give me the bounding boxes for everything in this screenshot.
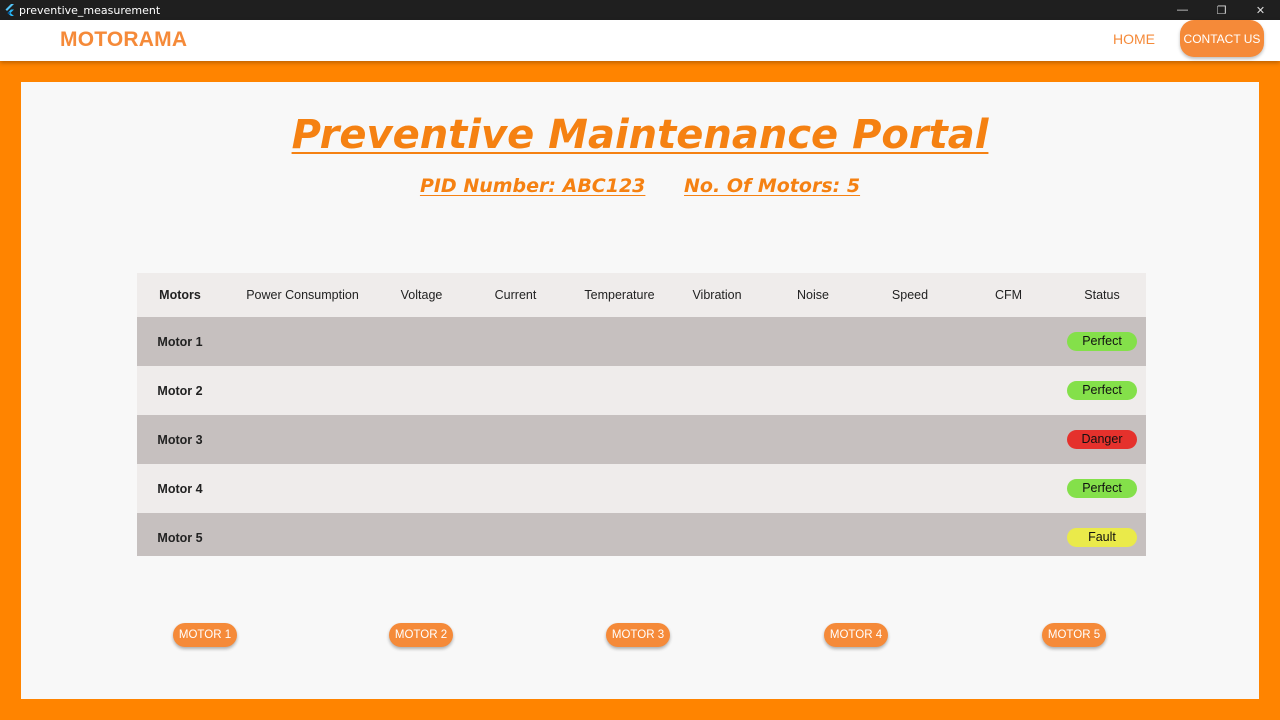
- table-row: Motor 5 Fault: [137, 513, 1146, 556]
- close-icon[interactable]: ✕: [1241, 0, 1280, 20]
- col-header-temperature: Temperature: [570, 273, 669, 317]
- motor-5-button[interactable]: MOTOR 5: [1042, 623, 1106, 647]
- table-row: Motor 2 Perfect: [137, 366, 1146, 415]
- main-card: Preventive Maintenance Portal PID Number…: [21, 82, 1259, 699]
- motor-name: Motor 3: [137, 415, 223, 464]
- col-header-noise: Noise: [765, 273, 861, 317]
- status-badge: Danger: [1067, 430, 1137, 449]
- col-header-speed: Speed: [861, 273, 959, 317]
- table-header-row: Motors Power Consumption Voltage Current…: [137, 273, 1146, 317]
- flutter-icon: [5, 4, 15, 16]
- table-row: Motor 1 Perfect: [137, 317, 1146, 366]
- table-row: Motor 4 Perfect: [137, 464, 1146, 513]
- motor-name: Motor 4: [137, 464, 223, 513]
- status-badge: Perfect: [1067, 332, 1137, 351]
- status-badge: Perfect: [1067, 381, 1137, 400]
- window-title: preventive_measurement: [19, 3, 161, 17]
- motor-2-button[interactable]: MOTOR 2: [389, 623, 453, 647]
- pid-number: PID Number: ABC123: [419, 175, 646, 197]
- window-titlebar: preventive_measurement — ❐ ✕: [0, 0, 1280, 20]
- top-navbar: MOTORAMA HOME CONTACT US: [0, 20, 1280, 61]
- contact-us-button[interactable]: CONTACT US: [1180, 20, 1264, 57]
- minimize-icon[interactable]: —: [1163, 0, 1202, 20]
- motor-button-bar: MOTOR 1 MOTOR 2 MOTOR 3 MOTOR 4 MOTOR 5: [21, 623, 1259, 651]
- motor-name: Motor 2: [137, 366, 223, 415]
- motor-status-table: Motors Power Consumption Voltage Current…: [137, 273, 1146, 556]
- motor-4-button[interactable]: MOTOR 4: [824, 623, 888, 647]
- motor-table-container[interactable]: Motors Power Consumption Voltage Current…: [137, 273, 1146, 556]
- motor-1-button[interactable]: MOTOR 1: [173, 623, 237, 647]
- table-row: Motor 3 Danger: [137, 415, 1146, 464]
- col-header-voltage: Voltage: [382, 273, 461, 317]
- status-badge: Perfect: [1067, 479, 1137, 498]
- col-header-cfm: CFM: [959, 273, 1058, 317]
- page-title: Preventive Maintenance Portal: [291, 112, 989, 158]
- restore-icon[interactable]: ❐: [1202, 0, 1241, 20]
- status-badge: Fault: [1067, 528, 1137, 547]
- col-header-current: Current: [461, 273, 570, 317]
- motor-name: Motor 1: [137, 317, 223, 366]
- home-link[interactable]: HOME: [1113, 31, 1155, 47]
- col-header-status: Status: [1058, 273, 1146, 317]
- motor-name: Motor 5: [137, 513, 223, 556]
- page-subtitle: PID Number: ABC123 No. Of Motors: 5: [21, 175, 1259, 197]
- motor-3-button[interactable]: MOTOR 3: [606, 623, 670, 647]
- col-header-power: Power Consumption: [223, 273, 382, 317]
- brand-logo[interactable]: MOTORAMA: [60, 28, 187, 52]
- motor-count: No. Of Motors: 5: [684, 175, 861, 197]
- col-header-motors: Motors: [137, 273, 223, 317]
- col-header-vibration: Vibration: [669, 273, 765, 317]
